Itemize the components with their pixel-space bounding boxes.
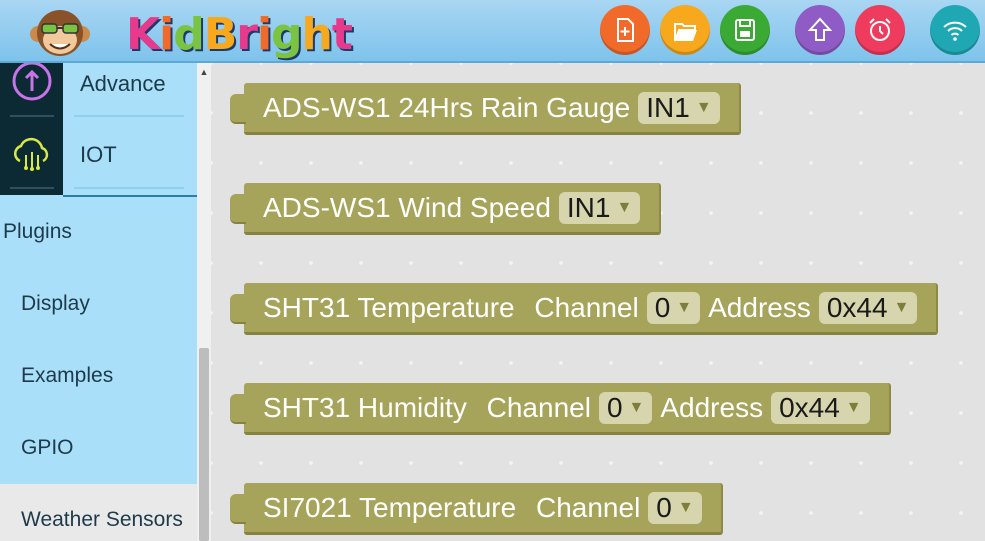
scroll-thumb[interactable] bbox=[199, 348, 209, 541]
dropdown-arrow-icon: ▼ bbox=[845, 398, 862, 416]
block-rain-gauge[interactable]: ADS-WS1 24Hrs Rain Gauge IN1 ▼ bbox=[230, 83, 741, 135]
block-label: SI7021 Temperature bbox=[263, 491, 524, 523]
category-divider bbox=[74, 187, 184, 189]
logo-wordmark: KidBright bbox=[126, 9, 353, 60]
dropdown-arrow-icon: ▼ bbox=[893, 298, 910, 316]
channel-dropdown[interactable]: 0 ▼ bbox=[648, 491, 702, 524]
alarm-clock-icon bbox=[869, 18, 891, 41]
open-file-button[interactable] bbox=[660, 5, 710, 55]
dropdown-arrow-icon: ▼ bbox=[676, 298, 693, 316]
wifi-icon bbox=[943, 21, 967, 41]
upload-arrow-icon bbox=[807, 17, 833, 41]
new-file-button[interactable] bbox=[600, 5, 650, 55]
dropdown-arrow-icon: ▼ bbox=[628, 398, 645, 416]
plugin-item-weather-sensors[interactable]: Weather Sensors bbox=[0, 484, 197, 541]
advance-icon bbox=[12, 63, 52, 101]
save-floppy-icon bbox=[735, 19, 755, 41]
channel-label: Channel bbox=[534, 291, 639, 323]
block-label: ADS-WS1 Wind Speed bbox=[263, 191, 551, 223]
toolbox-sidebar: Advance IOT Plugins Display Examples GPI… bbox=[0, 63, 197, 541]
block-workspace[interactable]: ADS-WS1 24Hrs Rain Gauge IN1 ▼ ADS-WS1 Wi… bbox=[211, 63, 985, 541]
wifi-button[interactable] bbox=[930, 5, 980, 55]
category-label: IOT bbox=[80, 142, 117, 167]
category-label: Advance bbox=[80, 71, 166, 96]
address-label: Address bbox=[708, 291, 811, 323]
upload-button[interactable] bbox=[795, 5, 845, 55]
sidebar-scrollbar[interactable]: ▲ bbox=[197, 63, 211, 541]
new-file-icon bbox=[617, 18, 634, 42]
section-divider bbox=[63, 195, 197, 197]
block-wind-speed[interactable]: ADS-WS1 Wind Speed IN1 ▼ bbox=[229, 183, 662, 235]
scroll-up-arrow-icon[interactable]: ▲ bbox=[199, 67, 209, 77]
dropdown-arrow-icon: ▼ bbox=[695, 98, 712, 116]
address-dropdown[interactable]: 0x44 ▼ bbox=[771, 391, 870, 424]
channel-dropdown[interactable]: 0 ▼ bbox=[646, 291, 701, 324]
block-label: SHT31 Temperature bbox=[263, 291, 523, 323]
dropdown-arrow-icon: ▼ bbox=[677, 498, 694, 516]
save-file-button[interactable] bbox=[720, 5, 770, 55]
alarm-button[interactable] bbox=[855, 5, 905, 55]
input-dropdown[interactable]: IN1 ▼ bbox=[638, 91, 720, 124]
category-iot[interactable]: IOT bbox=[0, 117, 197, 189]
plugin-item-display[interactable]: Display bbox=[0, 268, 197, 340]
category-advance[interactable]: Advance bbox=[0, 63, 197, 117]
rail-divider bbox=[10, 187, 54, 189]
dropdown-value: IN1 bbox=[646, 91, 690, 123]
block-label: SHT31 Humidity bbox=[263, 391, 475, 423]
top-toolbar: KidBright bbox=[0, 0, 985, 63]
channel-dropdown[interactable]: 0 ▼ bbox=[598, 391, 653, 424]
channel-label: Channel bbox=[486, 391, 591, 423]
iot-cloud-icon bbox=[14, 137, 49, 171]
dropdown-value: 0x44 bbox=[826, 291, 888, 323]
folder-open-icon bbox=[674, 23, 697, 42]
block-sht31-temperature[interactable]: SHT31 Temperature Channel 0 ▼ Address 0x4… bbox=[229, 283, 939, 335]
channel-label: Channel bbox=[535, 491, 641, 523]
plugins-heading: Plugins bbox=[3, 220, 72, 243]
dropdown-value: 0 bbox=[654, 291, 671, 323]
dropdown-value: 0 bbox=[606, 391, 623, 423]
block-sht31-humidity[interactable]: SHT31 Humidity Channel 0 ▼ Address 0x44 ▼ bbox=[230, 383, 891, 435]
plugin-item-examples[interactable]: Examples bbox=[0, 340, 197, 412]
dropdown-value: IN1 bbox=[566, 191, 611, 223]
plugin-item-gpio[interactable]: GPIO bbox=[0, 412, 197, 484]
dropdown-arrow-icon: ▼ bbox=[616, 198, 633, 216]
block-label: ADS-WS1 24Hrs Rain Gauge bbox=[263, 91, 631, 123]
input-dropdown[interactable]: IN1 ▼ bbox=[558, 191, 641, 224]
dropdown-value: 0 bbox=[656, 491, 672, 523]
dropdown-value: 0x44 bbox=[779, 391, 840, 423]
address-label: Address bbox=[660, 391, 764, 423]
monkey-mascot-icon bbox=[30, 10, 90, 56]
kidbright-logo: KidBright bbox=[28, 4, 353, 60]
block-si7021-temperature[interactable]: SI7021 Temperature Channel 0 ▼ bbox=[230, 483, 723, 535]
address-dropdown[interactable]: 0x44 ▼ bbox=[818, 291, 918, 324]
